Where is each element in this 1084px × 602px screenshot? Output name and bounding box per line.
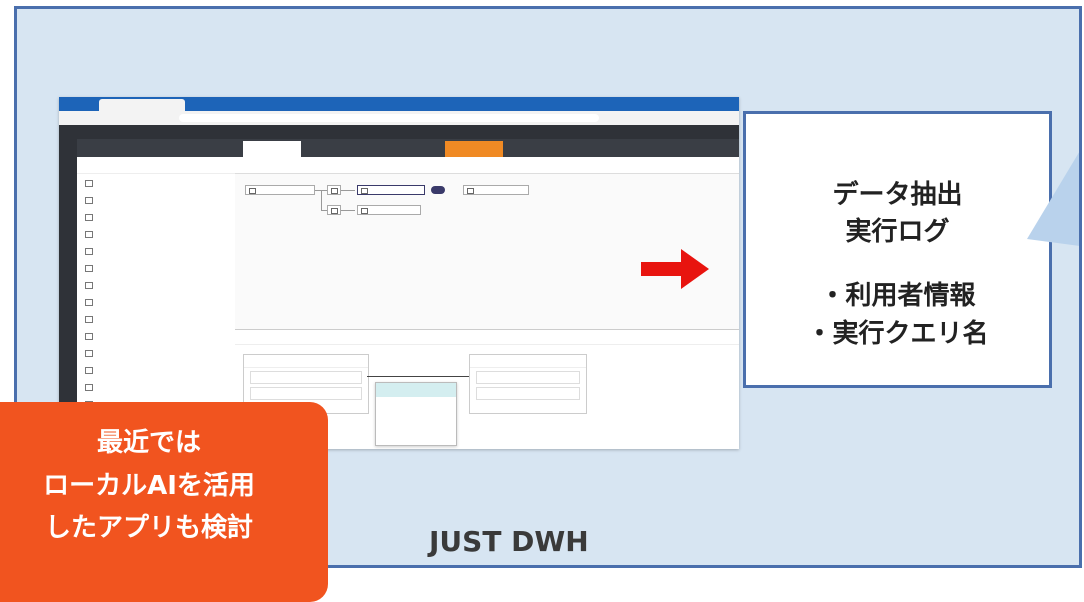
join-node[interactable] bbox=[327, 185, 341, 195]
work-tabstrip bbox=[235, 139, 739, 157]
badge-line-1: 最近では bbox=[96, 428, 201, 458]
tab-step-3[interactable] bbox=[367, 141, 425, 157]
browser-titlebar bbox=[59, 97, 739, 111]
product-caption: JUST DWH bbox=[429, 525, 589, 558]
list-item[interactable] bbox=[77, 242, 235, 259]
table-node[interactable] bbox=[357, 205, 421, 215]
list-item[interactable] bbox=[77, 310, 235, 327]
box-line-1: データ抽出 bbox=[832, 180, 963, 210]
box-line-4: ・実行クエリ名 bbox=[806, 319, 989, 349]
table-node[interactable] bbox=[357, 185, 425, 195]
tab-step-1[interactable] bbox=[243, 141, 301, 157]
speech-bubble-tail bbox=[1027, 152, 1079, 246]
browser-tab[interactable] bbox=[99, 99, 185, 111]
list-item[interactable] bbox=[77, 293, 235, 310]
box-line-2: 実行ログ bbox=[845, 217, 950, 247]
list-item[interactable] bbox=[77, 361, 235, 378]
badge-line-2: ローカルAIを活用 bbox=[43, 471, 255, 501]
right-table-card bbox=[469, 354, 587, 414]
menu-item[interactable] bbox=[376, 383, 456, 397]
list-item[interactable] bbox=[77, 276, 235, 293]
log-info-box: データ抽出 実行ログ ・利用者情報 ・実行クエリ名 bbox=[743, 111, 1052, 388]
list-item[interactable] bbox=[77, 344, 235, 361]
ai-note-badge: 最近では ローカルAIを活用 したアプリも検討 bbox=[0, 402, 328, 602]
right-arrow-icon bbox=[641, 249, 709, 289]
app-header-bar bbox=[59, 125, 739, 139]
table-node[interactable] bbox=[245, 185, 315, 195]
list-item[interactable] bbox=[77, 208, 235, 225]
badge-line-3: したアプリも検討 bbox=[44, 513, 253, 543]
menu-item[interactable] bbox=[376, 411, 456, 425]
list-item[interactable] bbox=[77, 225, 235, 242]
tab-execute[interactable] bbox=[445, 141, 503, 157]
table-node[interactable] bbox=[463, 185, 529, 195]
list-item[interactable] bbox=[77, 327, 235, 344]
browser-addressbar bbox=[59, 111, 739, 126]
menu-item[interactable] bbox=[376, 397, 456, 411]
list-header bbox=[77, 139, 235, 157]
tab-step-2[interactable] bbox=[305, 141, 363, 157]
work-toolbar bbox=[235, 157, 739, 174]
list-item[interactable] bbox=[77, 378, 235, 395]
list-item[interactable] bbox=[77, 191, 235, 208]
join-badge bbox=[431, 186, 445, 194]
join-node[interactable] bbox=[327, 205, 341, 215]
list-item[interactable] bbox=[77, 259, 235, 276]
join-type-menu bbox=[375, 382, 457, 446]
url-field[interactable] bbox=[179, 114, 599, 122]
list-item[interactable] bbox=[77, 174, 235, 191]
panel-header bbox=[235, 330, 739, 345]
app-screenshot bbox=[59, 97, 739, 449]
box-line-3: ・利用者情報 bbox=[819, 281, 976, 311]
menu-item[interactable] bbox=[376, 425, 456, 439]
